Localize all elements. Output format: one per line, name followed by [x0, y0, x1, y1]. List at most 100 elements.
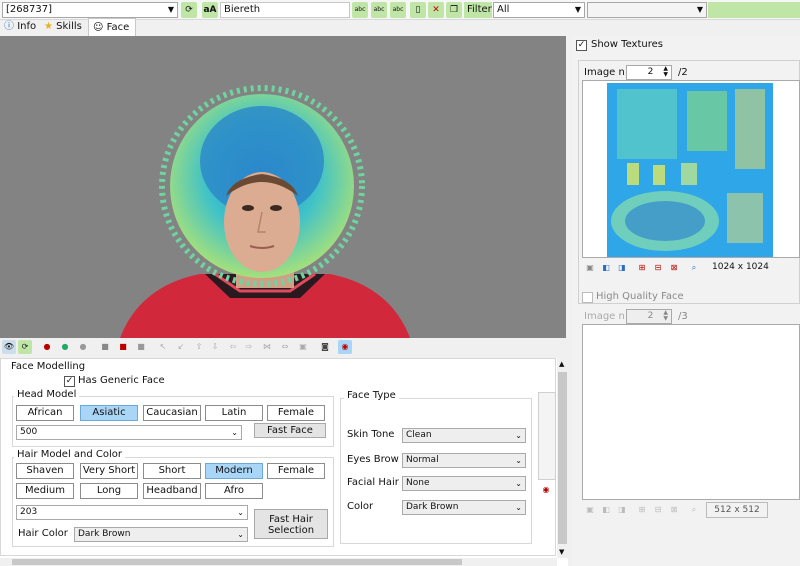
hq-zoom-icon[interactable]: ⌕ [688, 504, 700, 516]
vertical-scrollbar[interactable]: ▲ ▼ [557, 358, 568, 558]
hair-headband-button[interactable]: Headband [143, 483, 201, 499]
star-icon: ★ [44, 21, 53, 32]
facial-hair-label: Facial Hair [347, 477, 399, 488]
new-document-icon[interactable]: ▯ [410, 2, 426, 18]
export-texture-icon[interactable]: ◨ [616, 262, 628, 274]
spell-check-next-icon[interactable]: abc [371, 2, 387, 18]
scroll-down-icon[interactable]: ▼ [559, 548, 564, 556]
hq-import-icon[interactable]: ◧ [600, 504, 612, 516]
show-textures-checkbox[interactable]: ✓ [576, 40, 587, 51]
save-icon[interactable]: ▣ [296, 340, 310, 354]
font-case-button[interactable]: aA [202, 2, 218, 18]
add-texture-icon[interactable]: ⊞ [636, 262, 648, 274]
arrow-up-icon[interactable]: ⇧ [192, 340, 206, 354]
scroll-up-icon[interactable]: ▲ [559, 360, 564, 368]
hair-female-button[interactable]: Female [267, 463, 325, 479]
zoom-icon[interactable]: ⌕ [688, 262, 700, 274]
delete-document-icon[interactable]: ✕ [428, 2, 444, 18]
hq-export-icon[interactable]: ◨ [616, 504, 628, 516]
hair-medium-button[interactable]: Medium [16, 483, 74, 499]
hq-save-icon[interactable]: ▣ [584, 504, 596, 516]
head-red-icon[interactable]: ● [40, 340, 54, 354]
shrink-h-icon[interactable]: ⇔ [278, 340, 292, 354]
hair-model-combo[interactable]: 203 ⌄ [16, 505, 248, 520]
hscrollbar-thumb[interactable] [12, 559, 462, 565]
model-icon[interactable]: ■ [98, 340, 112, 354]
helmet-icon[interactable]: ◉ [338, 340, 352, 354]
fast-face-button[interactable]: Fast Face [254, 423, 326, 438]
tab-skills[interactable]: ★ Skills [40, 18, 86, 36]
eyes-brow-combo[interactable]: Normal ⌄ [402, 453, 526, 468]
model-grey-icon[interactable]: ■ [134, 340, 148, 354]
arrow-upleft-icon[interactable]: ↖ [156, 340, 170, 354]
arrow-right-icon[interactable]: ⇨ [242, 340, 256, 354]
chevron-down-icon: ⌄ [237, 530, 244, 539]
skin-tone-combo[interactable]: Clean ⌄ [402, 428, 526, 443]
texture-side-panel: ✓ Show Textures Image n. 2 ▲ ▼ /2 ▣ ◧ ◨ ⊞… [572, 36, 800, 566]
face-color-combo[interactable]: Dark Brown ⌄ [402, 500, 526, 515]
import-texture-icon[interactable]: ◧ [600, 262, 612, 274]
image-n-spinner[interactable]: 2 ▲ ▼ [626, 65, 672, 80]
head-model-combo[interactable]: 500 ⌄ [16, 425, 242, 440]
hair-short-button[interactable]: Short [143, 463, 201, 479]
horizontal-scrollbar[interactable] [0, 558, 557, 566]
hair-model-title: Hair Model and Color [14, 449, 126, 460]
spell-check-prev-icon[interactable]: abc [390, 2, 406, 18]
face-color-value: Dark Brown [406, 502, 459, 512]
hq-add-icon[interactable]: ⊞ [636, 504, 648, 516]
high-quality-face-checkbox[interactable] [582, 292, 593, 303]
delete-texture-icon[interactable]: ⊠ [668, 262, 680, 274]
hq-replace-icon[interactable]: ⊟ [652, 504, 664, 516]
camera-icon[interactable]: ◙ [318, 340, 332, 354]
show-textures-label: Show Textures [591, 39, 663, 50]
save-texture-icon[interactable]: ▣ [584, 262, 596, 274]
generic-face-checkbox[interactable]: ✓ [64, 376, 75, 387]
search-input[interactable]: Biereth [220, 2, 350, 18]
arrow-downleft-icon[interactable]: ↙ [174, 340, 188, 354]
skin-tone-label: Skin Tone [347, 429, 395, 440]
arrow-left-icon[interactable]: ⇦ [226, 340, 240, 354]
head-green-icon[interactable]: ● [58, 340, 72, 354]
refresh-icon[interactable]: ⟳ [181, 2, 197, 18]
replace-texture-icon[interactable]: ⊟ [652, 262, 664, 274]
spell-check-icon[interactable]: abc [352, 2, 368, 18]
head-female-button[interactable]: Female [267, 405, 325, 421]
hair-shaven-button[interactable]: Shaven [16, 463, 74, 479]
refresh-icon[interactable]: ⟳ [18, 340, 32, 354]
hair-long-button[interactable]: Long [80, 483, 138, 499]
arrow-down-icon[interactable]: ⇩ [208, 340, 222, 354]
tab-info[interactable]: ⓘ Info [0, 18, 40, 36]
scrollbar-thumb[interactable] [558, 372, 567, 544]
secondary-combo[interactable]: ▼ [587, 2, 707, 18]
spinner-arrows-icon: ▲ ▼ [663, 65, 668, 78]
filter-combo[interactable]: All ▼ [493, 2, 585, 18]
facial-hair-combo[interactable]: None ⌄ [402, 476, 526, 491]
hq-delete-icon[interactable]: ⊠ [668, 504, 680, 516]
player-id-combo[interactable]: [268737] ▼ [2, 2, 178, 18]
head-asiatic-button[interactable]: Asiatic [80, 405, 138, 421]
tab-face[interactable]: ☺ Face [88, 18, 136, 36]
head-model-title: Head Model [14, 389, 80, 400]
hq-image-total: /3 [678, 311, 688, 322]
head-african-button[interactable]: African [16, 405, 74, 421]
head-latin-button[interactable]: Latin [205, 405, 263, 421]
head-grey-icon[interactable]: ● [76, 340, 90, 354]
face-icon: ☺ [93, 22, 104, 33]
head-caucasian-button[interactable]: Caucasian [143, 405, 201, 421]
eye-icon[interactable]: 👁 [2, 340, 16, 354]
hair-very-short-button[interactable]: Very Short [80, 463, 138, 479]
tab-info-label: Info [17, 21, 37, 32]
image-total: /2 [678, 67, 688, 78]
hair-color-value: Dark Brown [78, 529, 131, 539]
hq-image-n-spinner[interactable]: 2 ▲ ▼ [626, 309, 672, 324]
fast-hair-selection-button[interactable]: Fast Hair Selection [254, 509, 328, 539]
texture-size-label: 1024 x 1024 [712, 262, 769, 272]
copy-document-icon[interactable]: ❐ [446, 2, 462, 18]
helmet-small-icon[interactable]: ◉ [540, 484, 552, 496]
hair-modern-button[interactable]: Modern [205, 463, 263, 479]
hair-afro-button[interactable]: Afro [205, 483, 263, 499]
model-red-icon[interactable]: ■ [116, 340, 130, 354]
face-3d-viewport[interactable] [0, 36, 566, 338]
hair-color-combo[interactable]: Dark Brown ⌄ [74, 527, 248, 542]
expand-h-icon[interactable]: ⋈ [260, 340, 274, 354]
